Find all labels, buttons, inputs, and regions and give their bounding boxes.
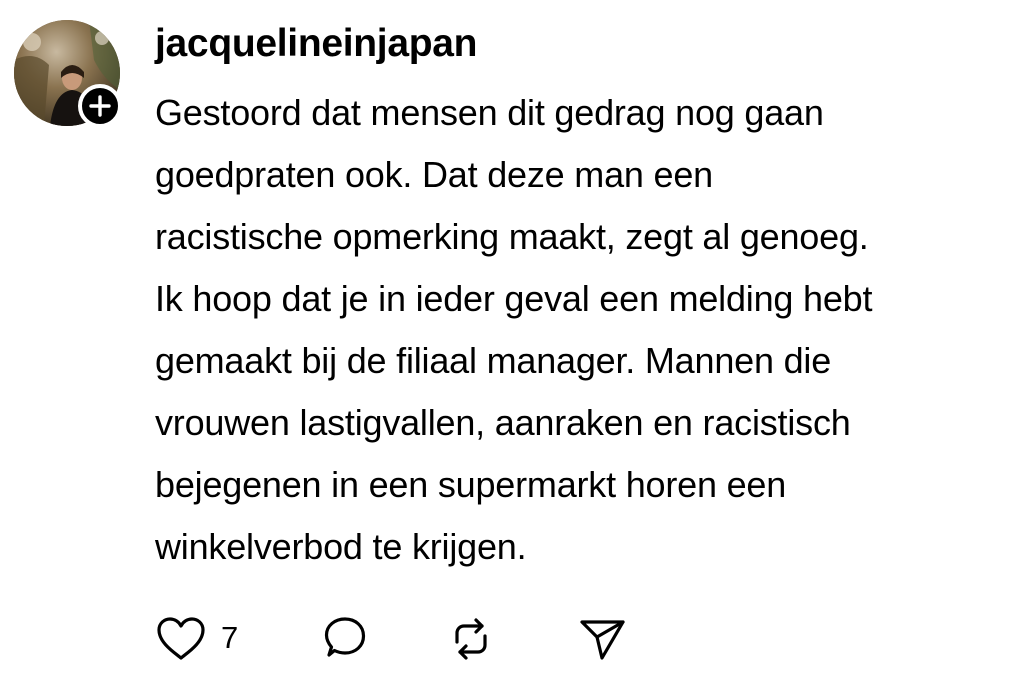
share-button[interactable]: [577, 612, 629, 664]
like-button[interactable]: 7: [155, 612, 245, 664]
reply-button[interactable]: [319, 612, 371, 664]
repost-button[interactable]: [445, 612, 497, 664]
follow-button[interactable]: [78, 84, 122, 128]
repost-icon: [455, 618, 487, 660]
plus-icon: [89, 95, 111, 117]
send-icon: [580, 620, 625, 660]
thread-post: jacquelineinjapan Gestoord dat mensen di…: [0, 0, 1024, 685]
author-username[interactable]: jacquelineinjapan: [155, 20, 477, 68]
comment-icon: [324, 617, 366, 657]
like-count: 7: [221, 620, 239, 655]
heart-icon: [157, 617, 205, 660]
author-avatar-container: [14, 20, 122, 128]
post-body-text: Gestoord dat mensen dit gedrag nog gaan …: [155, 92, 873, 567]
